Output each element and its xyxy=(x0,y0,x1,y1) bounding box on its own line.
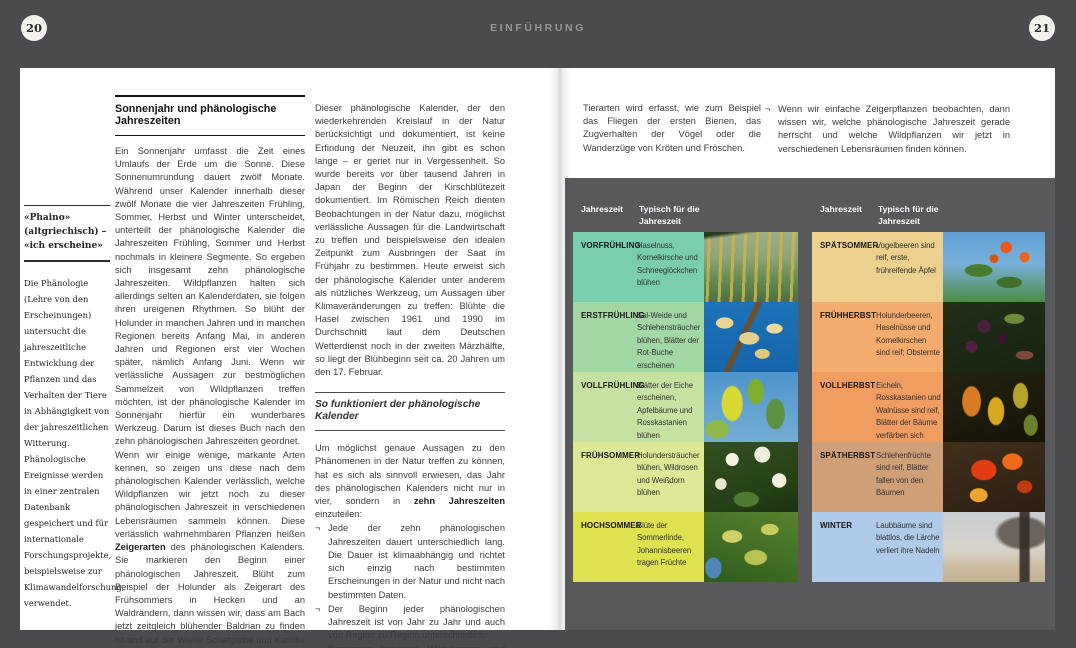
photo-hazel-catkins xyxy=(704,232,798,302)
bullet-text: Bestimmte bekannte Wildpflanzen und auch… xyxy=(328,644,505,648)
paragraph-text: des phänologischen Kalenders. Sie markie… xyxy=(115,542,305,648)
season-description: Schlehenfrüchte sind reif, Blätter falle… xyxy=(876,450,941,512)
bullet-marker: ¬ xyxy=(765,103,770,116)
season-label: HOCHSOMMER xyxy=(581,520,637,582)
season-table-spring-summer: Jahreszeit Typisch für die Jahreszeit VO… xyxy=(573,203,798,582)
table-header-row: Jahreszeit Typisch für die Jahreszeit xyxy=(812,203,1045,227)
margin-term-line: «ich erscheine» xyxy=(24,239,110,253)
table-row: WINTER Laubbäume sind blattlos, die Lärc… xyxy=(812,512,1045,582)
season-cell: FRÜHSOMMER Holundersträucher blühen, Wil… xyxy=(573,442,704,512)
bullet-item: ¬ Bestimmte bekannte Wildpflanzen und auc… xyxy=(315,643,505,648)
season-label: SPÄTSOMMER xyxy=(820,240,876,302)
season-label: FRÜHHERBST xyxy=(820,310,876,372)
body-paragraph: Wenn wir einige wenige, markante Arten k… xyxy=(115,449,305,648)
margin-term-line: (altgriechisch) – xyxy=(24,225,110,239)
season-cell: VORFRÜHLING Haselnuss, Kornelkirsche und… xyxy=(573,232,704,302)
table-row: VOLLHERBST Eicheln, Rosskastanien und Wa… xyxy=(812,372,1045,442)
bullet-marker: ¬ xyxy=(315,603,320,616)
table-row: VOLLFRÜHLING Blätter der Eiche erscheine… xyxy=(573,372,798,442)
season-cell: SPÄTSOMMER Vogelbeeren sind reif, erste,… xyxy=(812,232,943,302)
season-cell: FRÜHHERBST Holunderbeeren, Haselnüsse un… xyxy=(812,302,943,372)
season-description: Laubbäume sind blattlos, die Lärche verl… xyxy=(876,520,941,582)
season-description: Eicheln, Rosskastanien und Walnüsse sind… xyxy=(876,380,941,442)
season-description: Vogelbeeren sind reif, erste, frühreifen… xyxy=(876,240,941,302)
season-label: FRÜHSOMMER xyxy=(581,450,637,512)
margin-note-body: Die Phänologie (Lehre von den Erscheinun… xyxy=(24,262,110,611)
bullet-marker: ¬ xyxy=(315,522,320,535)
column-header-typical: Typisch für die Jahreszeit xyxy=(878,203,950,227)
photo-elderberries xyxy=(943,302,1045,372)
right-page-column-2: ¬ Wenn wir einfache Zeigerpflanzen beobac… xyxy=(765,102,1010,156)
photo-willow-catkins xyxy=(704,302,798,372)
season-description: Haselnuss, Kornelkirsche und Schneeglöck… xyxy=(637,240,702,302)
body-paragraph: Um möglichst genaue Aussagen zu den Phän… xyxy=(315,442,505,521)
season-description: Blüte der Sommerlinde, Johannisbeeren tr… xyxy=(637,520,702,582)
column-header-season: Jahreszeit xyxy=(812,203,878,227)
column-header-season: Jahreszeit xyxy=(573,203,639,227)
season-description: Sal-Weide und Schlehensträucher blühen, … xyxy=(637,310,702,372)
table-row: VORFRÜHLING Haselnuss, Kornelkirsche und… xyxy=(573,232,798,302)
photo-winter-tree xyxy=(943,512,1045,582)
photo-rowan-berries xyxy=(943,232,1045,302)
photo-elderflower xyxy=(704,442,798,512)
sub-section-heading: So funktioniert der phänologische Kalend… xyxy=(315,392,505,431)
season-label: VOLLHERBST xyxy=(820,380,876,442)
table-row: FRÜHHERBST Holunderbeeren, Haselnüsse un… xyxy=(812,302,1045,372)
bullet-item: ¬ Wenn wir einfache Zeigerpflanzen beobac… xyxy=(765,103,1010,156)
margin-note: «Phaino» (altgriechisch) – «ich erschein… xyxy=(24,205,110,611)
season-description: Blätter der Eiche erscheinen, Apfelbäume… xyxy=(637,380,702,442)
bullet-text: Der Beginn jeder phänologischen Jahresze… xyxy=(328,604,505,640)
right-page-column-1: Tierarten wird erfasst, wie zum Beispiel… xyxy=(583,102,761,155)
season-label: VOLLFRÜHLING xyxy=(581,380,637,442)
left-page-column-1: Sonnenjahr und phänologische Jahreszeite… xyxy=(115,95,305,648)
season-label: VORFRÜHLING xyxy=(581,240,637,302)
season-label: SPÄTHERBST xyxy=(820,450,876,512)
season-cell: WINTER Laubbäume sind blattlos, die Lärc… xyxy=(812,512,943,582)
season-cell: SPÄTHERBST Schlehenfrüchte sind reif, Bl… xyxy=(812,442,943,512)
book-spread: «Phaino» (altgriechisch) – «ich erschein… xyxy=(20,68,1055,630)
photo-linden-blossom xyxy=(704,512,798,582)
season-description: Holundersträucher blühen, Wildrosen und … xyxy=(637,450,702,512)
paragraph-text: Wenn wir einige wenige, markante Arten k… xyxy=(115,450,305,539)
table-row: HOCHSOMMER Blüte der Sommerlinde, Johann… xyxy=(573,512,798,582)
margin-term-line: «Phaino» xyxy=(24,211,110,225)
photo-oak-leaves-spring xyxy=(704,372,798,442)
table-header-row: Jahreszeit Typisch für die Jahreszeit xyxy=(573,203,798,227)
bullet-item: ¬ Jede der zehn phänologischen Jahreszeit… xyxy=(315,522,505,601)
season-label: ERSTFRÜHLING xyxy=(581,310,637,372)
photo-autumn-oak-leaves xyxy=(943,372,1045,442)
season-cell: HOCHSOMMER Blüte der Sommerlinde, Johann… xyxy=(573,512,704,582)
body-paragraph: Tierarten wird erfasst, wie zum Beispiel… xyxy=(583,102,761,155)
table-row: SPÄTSOMMER Vogelbeeren sind reif, erste,… xyxy=(812,232,1045,302)
bullet-text: Wenn wir einfache Zeigerpflanzen beobach… xyxy=(778,104,1010,154)
body-paragraph: Ein Sonnenjahr umfasst die Zeit eines Um… xyxy=(115,145,305,449)
section-heading: Sonnenjahr und phänologische Jahreszeite… xyxy=(115,95,305,136)
season-cell: VOLLFRÜHLING Blätter der Eiche erscheine… xyxy=(573,372,704,442)
season-cell: VOLLHERBST Eicheln, Rosskastanien und Wa… xyxy=(812,372,943,442)
season-description: Holunderbeeren, Haselnüsse und Kornelkir… xyxy=(876,310,941,372)
left-page-column-2: Dieser phänologische Kalender, der den w… xyxy=(315,102,505,648)
season-table-autumn-winter: Jahreszeit Typisch für die Jahreszeit SP… xyxy=(812,203,1045,582)
body-paragraph: Dieser phänologische Kalender, der den w… xyxy=(315,102,505,379)
column-header-typical: Typisch für die Jahreszeit xyxy=(639,203,711,227)
photo-maple-leaves xyxy=(943,442,1045,512)
season-tables-panel: Jahreszeit Typisch für die Jahreszeit VO… xyxy=(565,178,1055,630)
bold-term: Zeigerarten xyxy=(115,542,166,552)
season-label: WINTER xyxy=(820,520,876,582)
page-number-right: 21 xyxy=(1029,15,1055,41)
table-row: FRÜHSOMMER Holundersträucher blühen, Wil… xyxy=(573,442,798,512)
running-header: EINFÜHRUNG xyxy=(0,22,1076,34)
margin-note-term: «Phaino» (altgriechisch) – «ich erschein… xyxy=(24,205,110,262)
viewer-background: 20 EINFÜHRUNG 21 «Phaino» (altgriechisch… xyxy=(0,0,1076,648)
table-row: SPÄTHERBST Schlehenfrüchte sind reif, Bl… xyxy=(812,442,1045,512)
paragraph-text: einzuteilen: xyxy=(315,509,362,519)
bold-term: zehn Jahreszeiten xyxy=(414,496,505,506)
bullet-marker: ¬ xyxy=(315,643,320,648)
bullet-text: Jede der zehn phänologischen Jahreszeite… xyxy=(328,523,505,599)
bullet-item: ¬ Der Beginn jeder phänologischen Jahresz… xyxy=(315,603,505,643)
table-row: ERSTFRÜHLING Sal-Weide und Schlehensträu… xyxy=(573,302,798,372)
season-cell: ERSTFRÜHLING Sal-Weide und Schlehensträu… xyxy=(573,302,704,372)
